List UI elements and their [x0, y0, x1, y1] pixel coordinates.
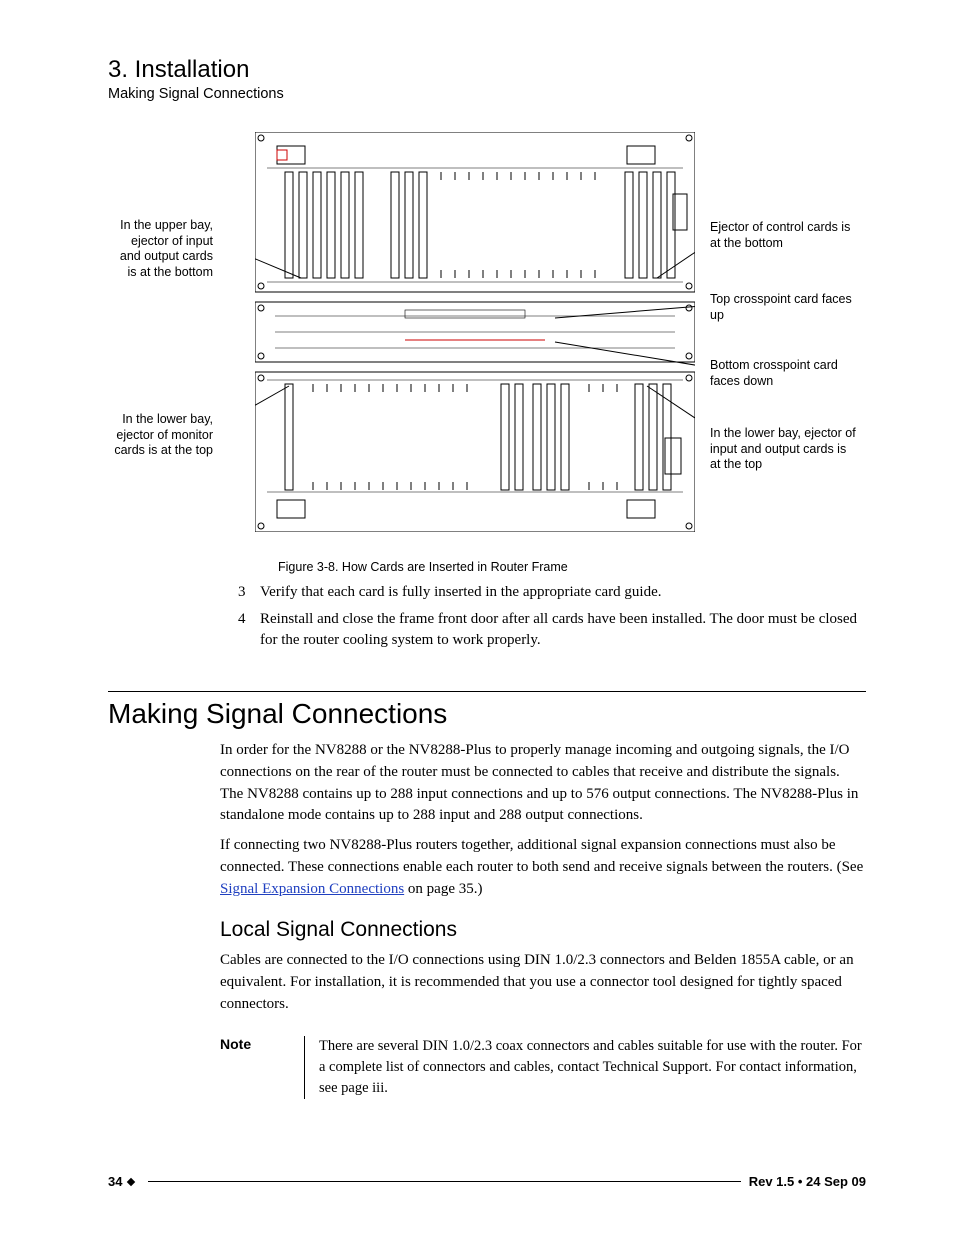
label-lower-right-io: In the lower bay, ejector of input and o… — [710, 426, 860, 473]
step-number: 4 — [238, 609, 250, 651]
install-steps: 3 Verify that each card is fully inserte… — [238, 582, 866, 651]
figure-3-8: In the upper bay, ejector of input and o… — [108, 132, 868, 552]
footer-diamond-icon — [127, 1177, 135, 1185]
label-bottom-crosspoint: Bottom crosspoint card faces down — [710, 358, 860, 389]
router-frame-diagram — [255, 132, 695, 532]
step-text: Verify that each card is fully inserted … — [260, 582, 662, 603]
paragraph-intro: In order for the NV8288 or the NV8288-Pl… — [220, 740, 866, 827]
chapter-section: Making Signal Connections — [108, 86, 866, 102]
note-label: Note — [220, 1036, 280, 1052]
step-text: Reinstall and close the frame front door… — [260, 609, 866, 651]
step-4: 4 Reinstall and close the frame front do… — [238, 609, 866, 651]
step-3: 3 Verify that each card is fully inserte… — [238, 582, 866, 603]
note-body: There are several DIN 1.0/2.3 coax conne… — [304, 1036, 866, 1099]
label-top-crosspoint: Top crosspoint card faces up — [710, 292, 860, 323]
label-upper-left: In the upper bay, ejector of input and o… — [108, 218, 213, 281]
paragraph-local: Cables are connected to the I/O connecti… — [220, 950, 866, 1015]
footer-rule — [148, 1181, 740, 1182]
page-number: 34 — [108, 1174, 122, 1189]
heading-local-signal-connections: Local Signal Connections — [220, 918, 866, 942]
paragraph-expansion-b: on page 35.) — [404, 881, 482, 897]
label-lower-left-monitor: In the lower bay, ejector of monitor car… — [108, 412, 213, 459]
footer-revision: Rev 1.5 • 24 Sep 09 — [749, 1174, 866, 1189]
figure-caption: Figure 3-8. How Cards are Inserted in Ro… — [278, 560, 866, 574]
page: 3. Installation Making Signal Connection… — [0, 0, 954, 1235]
page-footer: 34 Rev 1.5 • 24 Sep 09 — [108, 1174, 866, 1189]
chapter-title: 3. Installation — [108, 56, 866, 84]
heading-making-signal-connections: Making Signal Connections — [108, 698, 866, 730]
paragraph-expansion-a: If connecting two NV8288-Plus routers to… — [220, 837, 863, 875]
link-signal-expansion[interactable]: Signal Expansion Connections — [220, 881, 404, 897]
section-divider — [108, 691, 866, 692]
paragraph-expansion: If connecting two NV8288-Plus routers to… — [220, 835, 866, 900]
note-block: Note There are several DIN 1.0/2.3 coax … — [220, 1036, 866, 1099]
step-number: 3 — [238, 582, 250, 603]
label-control-cards: Ejector of control cards is at the botto… — [710, 220, 860, 251]
